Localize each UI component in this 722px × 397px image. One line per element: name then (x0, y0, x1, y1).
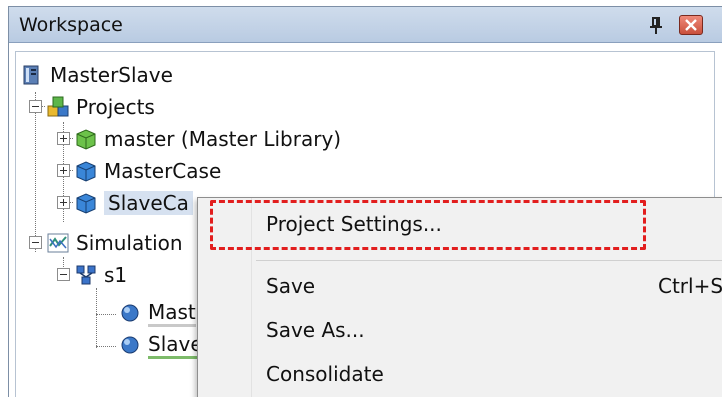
tree-item-slavecase[interactable]: SlaveCa (74, 188, 193, 218)
tree-label-root: MasterSlave (50, 63, 173, 87)
blue-cube-icon (76, 161, 96, 182)
tree-label-simulation: Simulation (76, 231, 183, 255)
blue-cube-icon (76, 193, 96, 214)
context-menu: Project Settings... Save Ctrl+S Save As.… (197, 197, 722, 397)
tree-item-root[interactable]: MasterSlave (20, 60, 173, 90)
tree-item-slave[interactable]: Slave (118, 330, 203, 360)
slavecase-expand-toggle[interactable] (57, 196, 70, 209)
s1-collapse-toggle[interactable] (57, 268, 70, 281)
tree-item-mastercase[interactable]: MasterCase (74, 156, 221, 186)
tree-item-master[interactable]: master (Master Library) (74, 124, 341, 154)
blue-sphere-icon (121, 336, 139, 354)
simulation-chart-icon (47, 233, 69, 253)
tree-label-projects: Projects (76, 95, 155, 119)
projects-collapse-toggle[interactable] (29, 100, 42, 113)
workspace-title-bar: Workspace (9, 7, 722, 43)
green-cube-icon (76, 129, 96, 150)
network-nodes-icon (76, 265, 96, 285)
workspace-title: Workspace (19, 14, 123, 36)
tree-label-slave: Slave (148, 332, 203, 359)
menu-separator (256, 260, 722, 261)
menu-item-save-as[interactable]: Save As... (266, 318, 365, 342)
workspace-server-icon (23, 65, 39, 85)
tree-item-s1[interactable]: s1 (74, 260, 127, 290)
tree-label-mast: Mast (148, 300, 196, 327)
close-icon (685, 19, 697, 31)
menu-item-project-settings[interactable]: Project Settings... (266, 212, 442, 236)
projects-cubes-icon (47, 96, 69, 117)
tree-label-slavecase: SlaveCa (104, 191, 193, 215)
simulation-collapse-toggle[interactable] (29, 236, 42, 249)
mastercase-expand-toggle[interactable] (57, 164, 70, 177)
tree-item-mast[interactable]: Mast (118, 298, 196, 328)
tree-label-mastercase: MasterCase (104, 159, 222, 183)
menu-item-save[interactable]: Save (266, 274, 315, 298)
close-button[interactable] (679, 15, 703, 35)
tree-item-projects[interactable]: Projects (46, 92, 155, 122)
tree-item-simulation[interactable]: Simulation (46, 228, 183, 258)
master-expand-toggle[interactable] (57, 132, 70, 145)
pin-icon[interactable] (647, 15, 665, 35)
blue-sphere-icon (121, 304, 139, 322)
menu-shortcut-save: Ctrl+S (658, 274, 722, 298)
tree-label-master: master (Master Library) (104, 127, 342, 151)
tree-label-s1: s1 (104, 263, 128, 287)
menu-item-consolidate[interactable]: Consolidate (266, 362, 384, 386)
